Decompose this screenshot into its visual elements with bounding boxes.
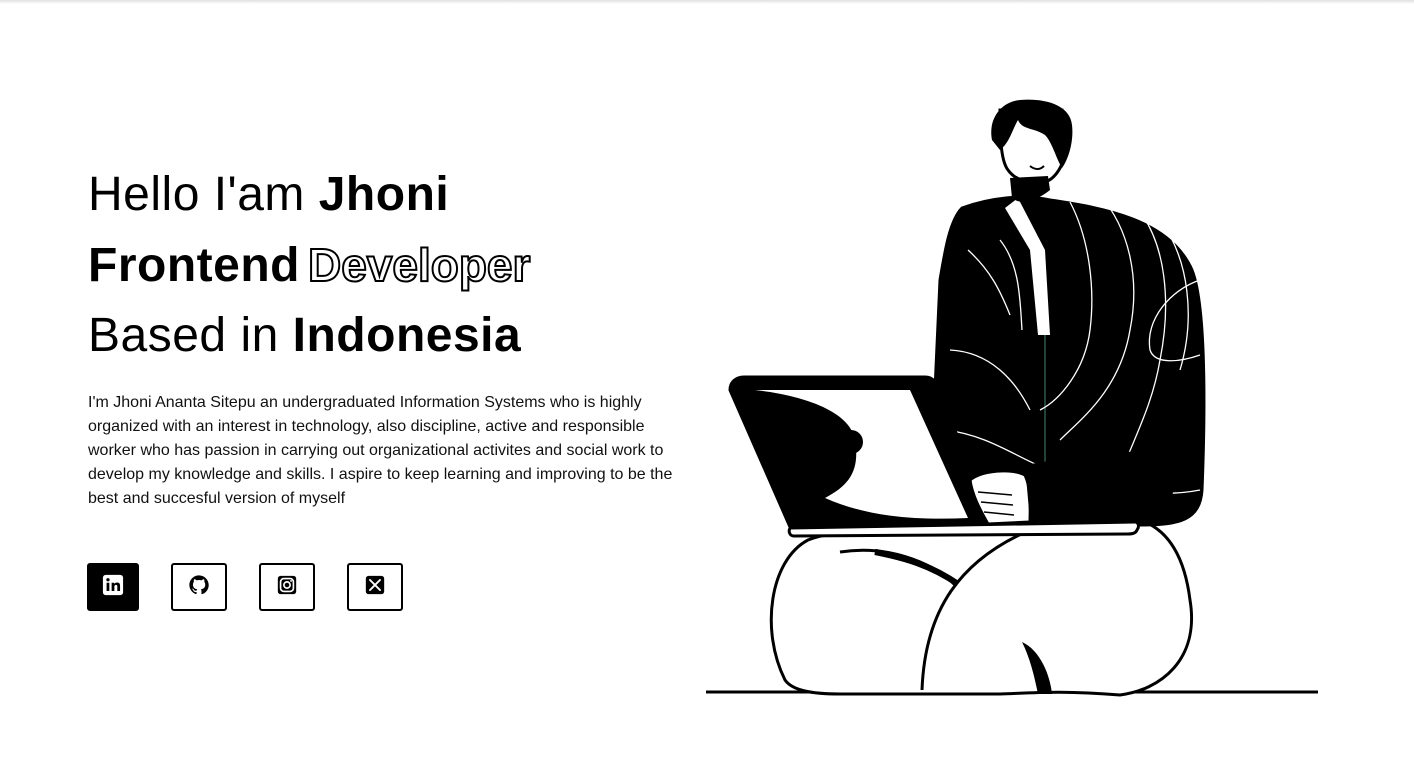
name-text: Jhoni <box>318 168 450 221</box>
instagram-button[interactable] <box>259 563 315 611</box>
page: Hello I'am Jhoni Frontend Developer Based… <box>0 0 1414 784</box>
developer-illustration <box>700 90 1340 715</box>
instagram-icon <box>276 574 298 601</box>
headline-line-3: Based in Indonesia <box>88 301 688 371</box>
headline-line-2: Frontend Developer <box>88 230 688 301</box>
role-outline-text: Developer <box>307 238 531 292</box>
greeting-text: Hello I'am <box>88 168 319 221</box>
x-button[interactable] <box>347 563 403 611</box>
headline-line-1: Hello I'am Jhoni <box>88 160 688 230</box>
x-icon <box>364 574 386 601</box>
header-shadow <box>0 0 1414 4</box>
location-text: Indonesia <box>292 309 522 362</box>
hero-text-block: Hello I'am Jhoni Frontend Developer Based… <box>88 160 688 511</box>
role-text: Frontend <box>88 239 300 292</box>
linkedin-button[interactable] <box>87 563 139 611</box>
linkedin-icon <box>102 574 124 601</box>
bio-paragraph: I'm Jhoni Ananta Sitepu an undergraduate… <box>88 394 673 507</box>
github-icon <box>188 574 210 601</box>
github-button[interactable] <box>171 563 227 611</box>
location-prefix-text: Based in <box>88 309 293 362</box>
social-links <box>87 563 403 611</box>
